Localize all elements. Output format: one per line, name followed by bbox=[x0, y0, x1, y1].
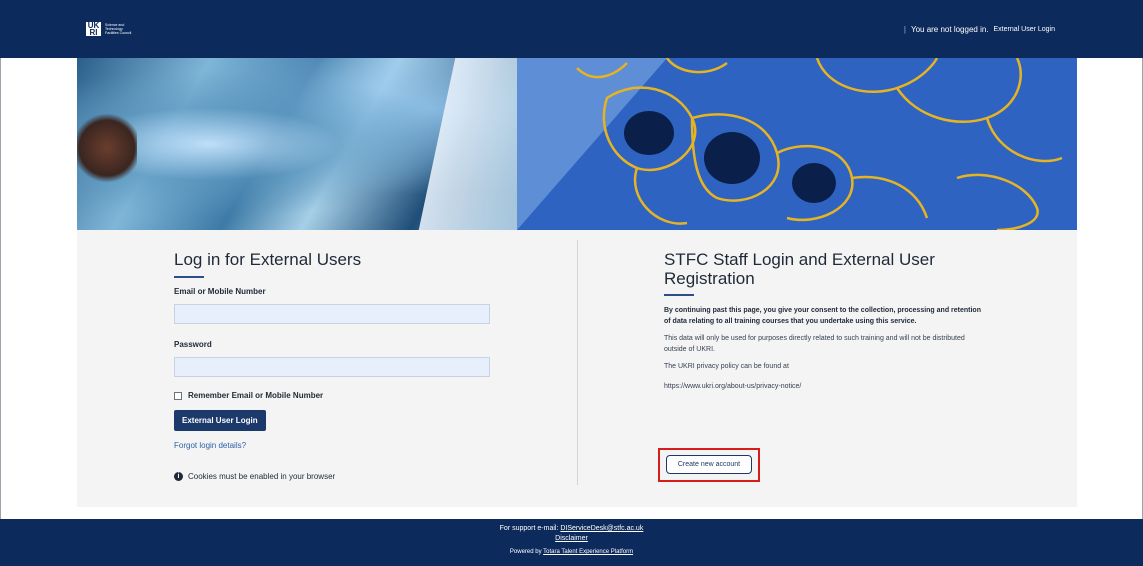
support-line: For support e-mail: DIServiceDesk@stfc.a… bbox=[0, 525, 1143, 532]
email-field[interactable] bbox=[174, 304, 490, 324]
email-label: Email or Mobile Number bbox=[174, 287, 266, 296]
password-field[interactable] bbox=[174, 357, 490, 377]
frame-left-border bbox=[0, 0, 1, 566]
powered-by-line: Powered by Totara Talent Experience Plat… bbox=[0, 549, 1143, 555]
hero-banner bbox=[77, 58, 1077, 230]
external-login-title: Log in for External Users bbox=[174, 250, 362, 269]
remember-label[interactable]: Remember Email or Mobile Number bbox=[188, 391, 323, 400]
support-prefix: For support e-mail: bbox=[499, 525, 559, 532]
disclaimer-line: Disclaimer bbox=[0, 535, 1143, 542]
title-underline bbox=[174, 276, 204, 278]
data-usage-text: This data will only be used for purposes… bbox=[664, 335, 965, 353]
staff-registration-section: STFC Staff Login and External User Regis… bbox=[664, 250, 984, 392]
column-divider bbox=[577, 240, 578, 485]
password-label: Password bbox=[174, 340, 212, 349]
consent-text: By continuing past this page, you give y… bbox=[664, 307, 981, 325]
page-footer: For support e-mail: DIServiceDesk@stfc.a… bbox=[0, 519, 1143, 566]
top-navbar: UK RI Science and Technology Facilities … bbox=[0, 0, 1143, 58]
totara-link[interactable]: Totara Talent Experience Platform bbox=[543, 549, 633, 555]
login-status: | You are not logged in. External User L… bbox=[904, 25, 1055, 34]
hero-texture-dark bbox=[77, 113, 137, 183]
logo-text: Science and Technology Facilities Counci… bbox=[105, 23, 132, 35]
support-email-link[interactable]: DIServiceDesk@stfc.ac.uk bbox=[560, 525, 643, 532]
remember-row: Remember Email or Mobile Number bbox=[174, 391, 494, 400]
hero-image-right bbox=[517, 58, 1077, 230]
login-panel: Log in for External Users Email or Mobil… bbox=[77, 230, 1077, 507]
powered-by-prefix: Powered by bbox=[509, 549, 542, 555]
cookie-notice-text: Cookies must be enabled in your browser bbox=[188, 472, 336, 481]
external-login-section: Log in for External Users Email or Mobil… bbox=[174, 250, 494, 481]
ukri-logo[interactable]: UK RI Science and Technology Facilities … bbox=[86, 21, 135, 37]
staff-login-title: STFC Staff Login and External User Regis… bbox=[664, 250, 935, 288]
title-underline bbox=[664, 294, 694, 296]
remember-checkbox[interactable] bbox=[174, 391, 182, 400]
ukri-logo-mark: UK RI bbox=[86, 21, 101, 37]
privacy-policy-text: The UKRI privacy policy can be found at bbox=[664, 363, 789, 370]
privacy-policy-link[interactable]: https://www.ukri.org/about-us/privacy-no… bbox=[664, 381, 984, 392]
hero-network-pattern bbox=[576, 58, 1063, 230]
create-new-account-button[interactable]: Create new account bbox=[666, 455, 752, 474]
login-status-text: You are not logged in. bbox=[910, 24, 989, 34]
disclaimer-link[interactable]: Disclaimer bbox=[555, 535, 588, 542]
cookie-notice: i Cookies must be enabled in your browse… bbox=[174, 472, 494, 481]
hero-image-left bbox=[77, 58, 576, 230]
info-icon: i bbox=[174, 472, 183, 481]
nav-separator: | bbox=[903, 24, 906, 34]
forgot-login-link[interactable]: Forgot login details? bbox=[174, 441, 494, 450]
external-user-login-button[interactable]: External User Login bbox=[174, 410, 266, 431]
external-user-login-link[interactable]: External User Login bbox=[994, 26, 1055, 33]
